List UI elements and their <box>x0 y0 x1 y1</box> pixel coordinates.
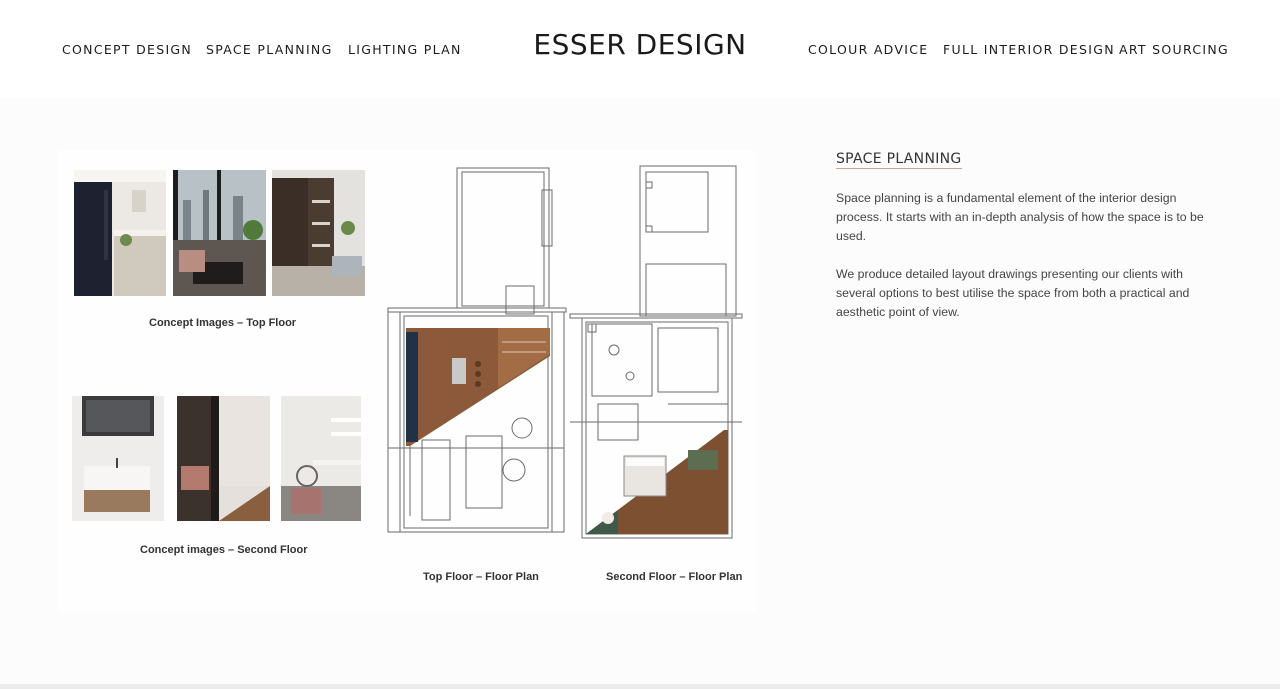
caption-top-floor-plan: Top Floor – Floor Plan <box>423 571 539 583</box>
description-paragraph-2: We produce detailed layout drawings pres… <box>836 267 1190 319</box>
concept-image-study <box>281 396 361 521</box>
concept-image-shelving <box>272 170 365 296</box>
nav-art-sourcing[interactable]: ART SOURCING <box>1119 42 1229 57</box>
caption-second-floor-plan: Second Floor – Floor Plan <box>606 571 743 583</box>
nav-colour-advice[interactable]: COLOUR ADVICE <box>808 42 928 57</box>
section-title: SPACE PLANNING <box>836 151 962 169</box>
concept-image-living-view <box>173 170 266 296</box>
top-floor-plan <box>386 166 570 538</box>
second-floor-plan <box>568 164 746 542</box>
description-paragraph-1: Space planning is a fundamental element … <box>836 191 1204 243</box>
nav-full-interior-design[interactable]: FULL INTERIOR DESIGN <box>943 42 1115 57</box>
concept-image-hallway <box>177 396 270 521</box>
space-planning-info: SPACE PLANNING Space planning is a funda… <box>836 150 1226 322</box>
caption-top-floor-images: Concept Images – Top Floor <box>149 317 297 329</box>
site-header: CONCEPT DESIGN SPACE PLANNING LIGHTING P… <box>0 0 1280 98</box>
caption-second-floor-images: Concept images – Second Floor <box>140 544 308 556</box>
space-planning-board: Concept Images – Top Floor Concept image… <box>58 150 756 612</box>
footer-divider <box>0 684 1280 689</box>
concept-image-bathroom <box>72 396 164 521</box>
concept-image-kitchen <box>74 170 166 296</box>
